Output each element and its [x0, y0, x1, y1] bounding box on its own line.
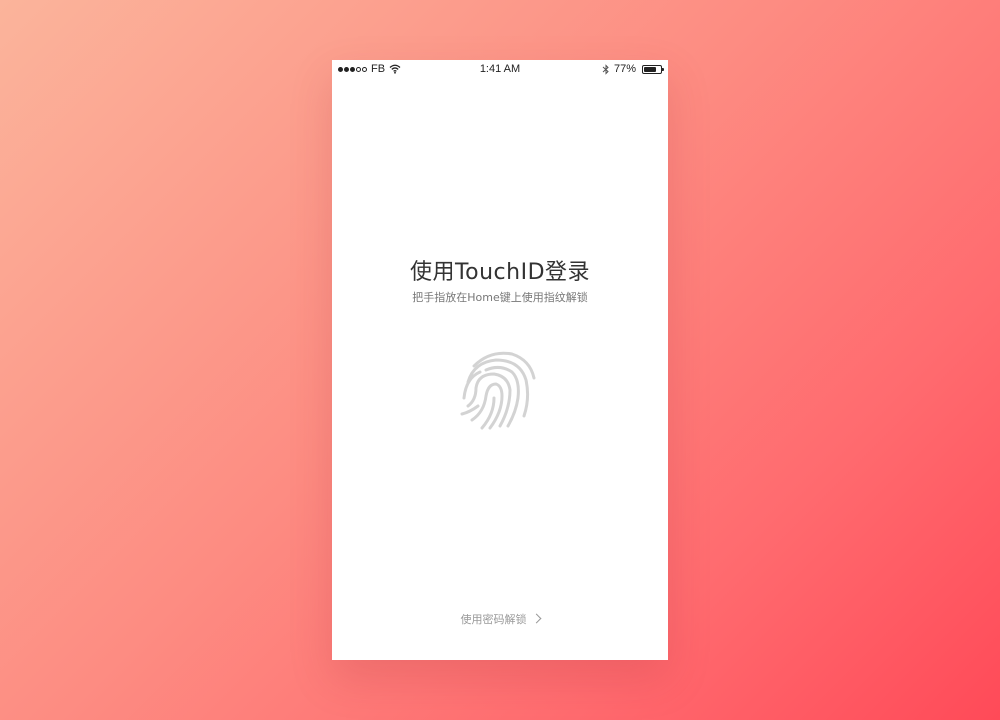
background: { "status_bar": { "carrier": "FB", "time…: [0, 0, 1000, 720]
phone-screen: FB 1:41 AM 77% 使用TouchID登录 把手指放在Home键上使用…: [332, 60, 668, 660]
battery-percentage: 77%: [613, 63, 636, 75]
page-title: 使用TouchID登录: [409, 260, 591, 285]
battery-fill: [644, 66, 657, 72]
password-unlock-link[interactable]: 使用密码解锁: [332, 611, 668, 627]
fingerprint-icon[interactable]: [460, 348, 540, 430]
battery-icon: [642, 64, 664, 74]
password-unlock-label: 使用密码解锁: [460, 613, 527, 626]
status-bar: FB 1:41 AM 77%: [332, 60, 668, 80]
chevron-right-icon: [531, 613, 541, 624]
status-right: 77%: [602, 63, 664, 75]
bluetooth-icon: [602, 63, 609, 75]
page-subtitle: 把手指放在Home键上使用指纹解锁: [412, 291, 588, 304]
